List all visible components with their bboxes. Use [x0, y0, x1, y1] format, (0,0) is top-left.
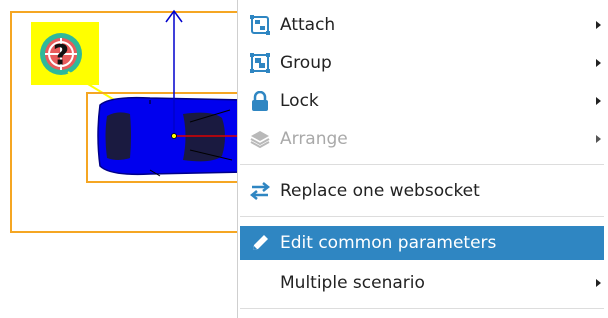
menu-item-multiple-scenario[interactable]: Multiple scenario [240, 266, 604, 300]
menu-item-label: Attach [280, 15, 336, 35]
menu-separator [240, 164, 604, 165]
menu-item-attach[interactable]: Attach [240, 8, 604, 42]
menu-separator [240, 308, 604, 309]
context-menu: Attach Group Lock Arrange Replace one we… [237, 0, 608, 318]
menu-item-label: Replace one websocket [280, 181, 480, 201]
car-vehicle[interactable] [97, 96, 240, 177]
menu-separator [240, 216, 604, 217]
menu-item-edit-common-parameters[interactable]: Edit common parameters [240, 226, 604, 260]
menu-item-arrange[interactable]: Arrange [240, 122, 604, 156]
radar-question-icon[interactable]: ? [31, 22, 99, 85]
scene-drawing: ? [10, 9, 240, 233]
scene-canvas[interactable]: ? [0, 0, 240, 318]
chevron-right-icon [596, 21, 601, 29]
layers-icon [249, 128, 271, 150]
menu-item-label: Arrange [280, 129, 348, 149]
menu-item-replace-websocket[interactable]: Replace one websocket [240, 174, 604, 208]
chevron-right-icon [596, 135, 601, 143]
menu-item-label: Lock [280, 91, 319, 111]
pivot-point[interactable] [171, 133, 177, 139]
menu-item-group[interactable]: Group [240, 46, 604, 80]
svg-text:?: ? [53, 38, 69, 71]
attach-icon [249, 14, 271, 36]
menu-item-label: Edit common parameters [280, 233, 497, 253]
pencil-icon [249, 232, 271, 254]
menu-item-label: Multiple scenario [280, 273, 425, 293]
chevron-right-icon [596, 97, 601, 105]
group-icon [249, 52, 271, 74]
chevron-right-icon [596, 279, 601, 287]
menu-item-label: Group [280, 53, 332, 73]
lock-icon [249, 90, 271, 112]
chevron-right-icon [596, 59, 601, 67]
swap-arrows-icon [249, 180, 271, 202]
menu-item-lock[interactable]: Lock [240, 84, 604, 118]
